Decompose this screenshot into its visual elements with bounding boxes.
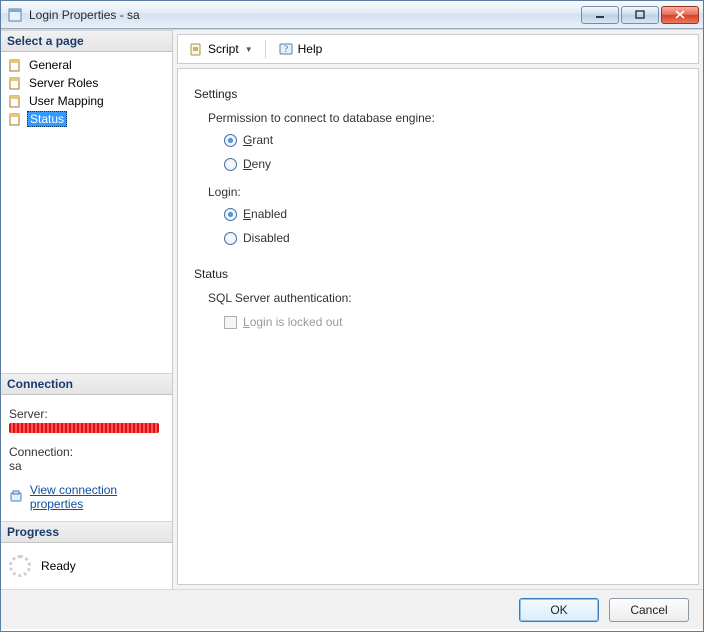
login-disabled-radio[interactable]: Disabled [224,231,682,245]
dialog-footer: OK Cancel [1,589,703,629]
server-value-redacted [9,423,159,433]
chevron-down-icon: ▼ [245,45,253,54]
radio-label-rest: nabled [251,207,287,221]
checkbox-label-rest: ogin is locked out [250,315,343,329]
login-enabled-radio[interactable]: Enabled [224,207,682,221]
page-icon [7,57,23,73]
settings-title: Settings [194,87,682,101]
radio-label-accel: D [243,157,252,171]
progress-header: Progress [1,521,172,543]
radio-icon [224,232,237,245]
script-label: Script [208,42,239,56]
cancel-button[interactable]: Cancel [609,598,689,622]
radio-icon [224,134,237,147]
progress-status: Ready [41,559,76,573]
permission-deny-radio[interactable]: Deny [224,157,682,171]
sidebar-item-label: User Mapping [27,94,106,108]
left-panel: Select a page General Server Roles User … [1,30,173,589]
ok-button[interactable]: OK [519,598,599,622]
properties-icon [9,489,24,505]
app-icon [7,7,23,23]
page-icon [7,75,23,91]
page-list: General Server Roles User Mapping Status [1,52,172,132]
radio-icon [224,208,237,221]
select-page-header: Select a page [1,30,172,52]
radio-label-rest: rant [252,133,273,147]
window-title: Login Properties - sa [29,8,581,22]
status-page: Settings Permission to connect to databa… [177,68,699,585]
radio-label-rest: eny [252,157,271,171]
sidebar-item-server-roles[interactable]: Server Roles [1,74,172,92]
progress-spinner-icon [9,555,31,577]
connection-header: Connection [1,373,172,395]
sidebar-item-label: Status [27,111,67,127]
toolbar-separator [265,40,266,58]
permission-grant-radio[interactable]: Grant [224,133,682,147]
status-title: Status [194,267,682,281]
right-panel: Script ▼ ? Help Settings Permission to c… [173,30,703,589]
svg-text:?: ? [284,44,288,54]
script-icon [188,41,204,57]
checkbox-label-accel: L [243,315,250,329]
login-label: Login: [208,185,682,199]
sidebar-item-user-mapping[interactable]: User Mapping [1,92,172,110]
help-label: Help [298,42,323,56]
server-label: Server: [9,407,164,421]
radio-icon [224,158,237,171]
maximize-button[interactable] [621,6,659,24]
connection-body: Server: Connection: sa View connection p… [1,395,172,521]
page-icon [7,93,23,109]
toolbar: Script ▼ ? Help [177,34,699,64]
sidebar-item-general[interactable]: General [1,56,172,74]
connection-value: sa [9,459,164,473]
connection-label: Connection: [9,445,164,459]
login-locked-out-checkbox: Login is locked out [224,315,682,329]
window-controls [581,6,699,24]
permission-label: Permission to connect to database engine… [208,111,682,125]
help-button[interactable]: ? Help [274,39,327,59]
checkbox-icon [224,316,237,329]
page-icon [7,111,23,127]
minimize-button[interactable] [581,6,619,24]
sidebar-item-label: Server Roles [27,76,100,90]
radio-label: Disabled [243,231,290,245]
radio-label-accel: G [243,133,252,147]
progress-body: Ready [1,543,172,589]
close-button[interactable] [661,6,699,24]
titlebar: Login Properties - sa [1,1,703,29]
help-icon: ? [278,41,294,57]
sidebar-item-label: General [27,58,74,72]
sql-auth-label: SQL Server authentication: [208,291,682,305]
sidebar-item-status[interactable]: Status [1,110,172,128]
view-connection-properties-link[interactable]: View connection properties [30,483,164,511]
script-button[interactable]: Script ▼ [184,39,257,59]
radio-label-accel: E [243,207,251,221]
